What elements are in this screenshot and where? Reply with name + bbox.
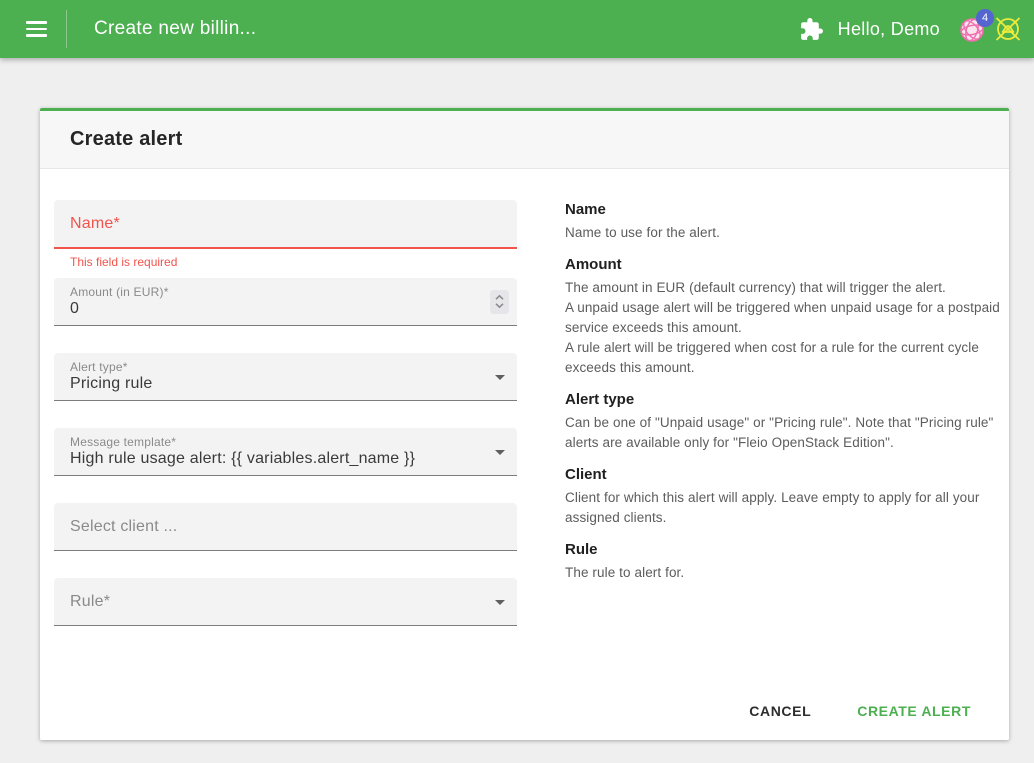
menu-icon[interactable] xyxy=(12,5,60,53)
message-template-value: High rule usage alert: {{ variables.aler… xyxy=(70,450,415,468)
rule-select[interactable]: Rule* xyxy=(54,578,517,626)
name-field-label: Name* xyxy=(70,215,120,233)
alert-form: Name* This field is required Amount (in … xyxy=(54,200,517,626)
notifications-globe-icon[interactable]: 4 xyxy=(954,9,990,49)
card-body: Name* This field is required Amount (in … xyxy=(40,169,1009,626)
user-greeting[interactable]: Hello, Demo xyxy=(838,19,940,40)
help-text: Can be one of "Unpaid usage" or "Pricing… xyxy=(565,413,1009,453)
help-title: Alert type xyxy=(565,390,1009,409)
name-field[interactable]: Name* xyxy=(54,200,517,249)
rule-label: Rule* xyxy=(70,593,110,611)
app-toolbar: Create new billin... Hello, Demo 4 xyxy=(0,0,1034,58)
card-footer: CANCEL CREATE ALERT xyxy=(40,682,1009,740)
amount-stepper[interactable] xyxy=(490,290,509,314)
extensions-puzzle-icon[interactable] xyxy=(794,9,830,49)
help-text: A unpaid usage alert will be triggered w… xyxy=(565,298,1009,338)
help-title: Rule xyxy=(565,540,1009,559)
help-text: The amount in EUR (default currency) tha… xyxy=(565,278,1009,298)
alert-type-label: Alert type* xyxy=(70,360,128,374)
message-template-label: Message template* xyxy=(70,435,176,449)
alert-type-select[interactable]: Alert type* Pricing rule xyxy=(54,353,517,401)
create-alert-button[interactable]: CREATE ALERT xyxy=(849,693,979,729)
help-text: The rule to alert for. xyxy=(565,563,1009,583)
chevron-down-icon xyxy=(495,600,505,605)
alert-type-value: Pricing rule xyxy=(70,375,152,393)
help-block-amount: Amount The amount in EUR (default curren… xyxy=(565,255,1009,378)
status-muted-icon[interactable] xyxy=(990,9,1026,49)
help-text: A rule alert will be triggered when cost… xyxy=(565,338,1009,378)
card-header: Create alert xyxy=(40,111,1009,169)
help-block-rule: Rule The rule to alert for. xyxy=(565,540,1009,583)
help-text: Client for which this alert will apply. … xyxy=(565,488,1009,528)
chevron-down-icon xyxy=(495,450,505,455)
help-title: Amount xyxy=(565,255,1009,274)
amount-field[interactable]: Amount (in EUR)* 0 xyxy=(54,278,517,326)
amount-field-value: 0 xyxy=(70,300,79,318)
help-text: Name to use for the alert. xyxy=(565,223,1009,243)
help-panel: Name Name to use for the alert. Amount T… xyxy=(565,200,1009,626)
amount-field-label: Amount (in EUR)* xyxy=(70,285,169,299)
card-title: Create alert xyxy=(70,128,182,151)
client-placeholder: Select client ... xyxy=(70,518,177,536)
help-title: Name xyxy=(565,200,1009,219)
name-field-error: This field is required xyxy=(70,255,517,269)
message-template-select[interactable]: Message template* High rule usage alert:… xyxy=(54,428,517,476)
help-block-alert-type: Alert type Can be one of "Unpaid usage" … xyxy=(565,390,1009,453)
toolbar-divider xyxy=(66,10,67,48)
cancel-button[interactable]: CANCEL xyxy=(741,693,819,729)
client-select-input[interactable]: Select client ... xyxy=(54,503,517,551)
help-title: Client xyxy=(565,465,1009,484)
page-title: Create new billin... xyxy=(94,18,256,40)
create-alert-card: Create alert Name* This field is require… xyxy=(40,108,1009,740)
help-block-client: Client Client for which this alert will … xyxy=(565,465,1009,528)
chevron-down-icon xyxy=(495,375,505,380)
stepper-chevrons-icon xyxy=(494,294,505,309)
help-block-name: Name Name to use for the alert. xyxy=(565,200,1009,243)
